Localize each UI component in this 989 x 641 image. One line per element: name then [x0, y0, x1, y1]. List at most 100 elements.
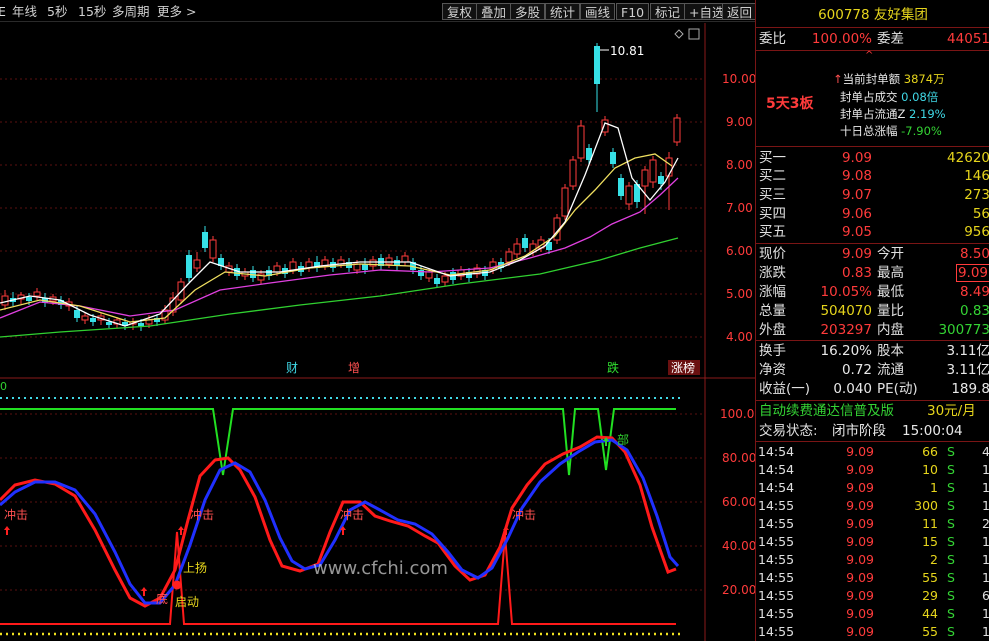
bid-row[interactable]: 买一 9.09 42620 [756, 149, 989, 168]
candle-body [658, 176, 664, 184]
divider [756, 400, 989, 401]
price-tick: 10.00 [722, 72, 755, 86]
candle-body [289, 261, 297, 271]
quote-row: 涨跌 0.83 最高 9.09 [759, 264, 989, 282]
tick-row: 14:55 9.09 300 S 1 [758, 498, 989, 513]
candle-body [641, 169, 649, 187]
signal-label: 冲击 [512, 507, 536, 522]
tick-row: 14:54 9.09 1 S 1 [758, 480, 989, 495]
stock-name: 友好集团 [873, 7, 928, 23]
tick-row: 14:54 9.09 66 S 4 [758, 444, 989, 459]
streak-badge: 5天3板 [766, 96, 814, 112]
signal-label: 启动 [175, 595, 199, 609]
stats-button[interactable]: 统计 [545, 3, 581, 20]
price-tick: 8.00 [726, 158, 753, 172]
f10-button[interactable]: F10 [616, 3, 650, 20]
tick-row: 14:55 9.09 44 S 1 [758, 606, 989, 621]
more-button[interactable]: 更多 > [157, 3, 196, 20]
multi-period-button[interactable]: 多周期 [112, 3, 150, 20]
candle-body [505, 251, 513, 263]
back-button[interactable]: 返回 [722, 3, 758, 20]
chart-toolbar: E 年线 5秒 15秒 多周期 更多 > 复权 叠加 多股 统计 画线 F10 … [0, 0, 758, 22]
weibi-row: 委比 100.00% 委差 44051 [759, 31, 989, 47]
stock-header: 600778 友好集团 [756, 6, 989, 25]
candle-body [441, 275, 449, 283]
bid-row[interactable]: 买五 9.05 956 [756, 223, 989, 242]
seal-row: 封单占成交 0.08倍 [840, 90, 939, 104]
candle-body [273, 265, 281, 273]
bid-row[interactable]: 买三 9.07 273 [756, 186, 989, 205]
tick-row: 14:54 9.09 10 S 1 [758, 462, 989, 477]
candle-body [561, 187, 569, 217]
signal-label: 底 [156, 591, 168, 606]
candle-body [1, 295, 9, 306]
candle-body [138, 323, 144, 326]
fund-row: 换手 16.20% 股本 3.11亿 [759, 343, 989, 359]
promo-row[interactable]: 自动续费通达信普及版 30元/月 [756, 402, 989, 421]
high-price-label: 10.81 [610, 44, 644, 58]
bid-row[interactable]: 买四 9.06 56 [756, 205, 989, 224]
indicator-tick: 80.00 [722, 451, 755, 465]
candle-body [26, 297, 32, 301]
price-tick: 6.00 [726, 244, 753, 258]
trade-state-row: 交易状态: 闭市阶段 15:00:04 [759, 423, 963, 439]
draw-button[interactable]: 画线 [580, 3, 616, 20]
tick-row: 14:55 9.09 11 S 2 [758, 516, 989, 531]
candle-body [81, 315, 89, 321]
kline-chart[interactable]: 10.00 9.00 8.00 7.00 6.00 5.00 4.00 100.… [0, 23, 755, 641]
seal-row: 十日总涨幅 -7.90% [840, 124, 942, 138]
event-marker[interactable]: 跌 [607, 360, 619, 375]
collapse-caret-icon[interactable]: ^ [865, 50, 873, 61]
candle-body [594, 46, 600, 84]
quote-row: 涨幅 10.05% 最低 8.49 [759, 284, 989, 300]
candle-body [569, 159, 577, 187]
candle-body [425, 271, 433, 279]
mark-button[interactable]: 标记 [650, 3, 686, 20]
candle-body [434, 278, 440, 284]
candle-body [625, 185, 633, 205]
toolbar-edge-fragment: E [0, 4, 6, 19]
tick-row: 14:55 9.09 29 S 6 [758, 588, 989, 603]
signal-dot-icon [172, 580, 182, 590]
signal-label: 部 [617, 432, 629, 447]
candle-body [186, 255, 192, 278]
candle-body [401, 255, 409, 263]
event-marker[interactable]: 涨榜 [671, 360, 695, 375]
candle-body [209, 239, 217, 259]
indicator-tick: 20.00 [722, 583, 755, 597]
fund-row: 收益(一) 0.040 PE(动) 189.8 [759, 381, 989, 397]
signal-label: 冲击 [4, 507, 28, 522]
tick-row: 14:55 9.09 2 S 1 [758, 552, 989, 567]
candle-body [385, 257, 393, 265]
quote-row: 现价 9.09 今开 8.50 [759, 246, 989, 262]
candle-body [418, 270, 424, 276]
signal-label: 冲击 [190, 507, 214, 522]
period-year-button[interactable]: 年线 [12, 3, 37, 20]
period-5s-button[interactable]: 5秒 [47, 3, 67, 20]
seal-row: ↑当前封单额 3874万 [833, 72, 945, 86]
fuquan-button[interactable]: 复权 [442, 3, 478, 20]
bid-row[interactable]: 买二 9.08 146 [756, 167, 989, 186]
price-tick: 9.00 [726, 115, 753, 129]
price-tick: 4.00 [726, 330, 753, 344]
candle-body [577, 125, 585, 159]
stock-code: 600778 [818, 7, 870, 23]
event-marker[interactable]: 增 [348, 361, 360, 375]
candle-body [193, 259, 201, 269]
tick-row: 14:55 9.09 15 S 1 [758, 534, 989, 549]
watermark: www.cfchi.com [313, 558, 448, 579]
signal-label: 上扬 [183, 560, 207, 575]
quote-panel: 600778 友好集团 委比 100.00% 委差 44051 ^ 5天3板 ↑… [755, 0, 989, 641]
multi-stock-button[interactable]: 多股 [510, 3, 546, 20]
candle-body [513, 243, 521, 255]
event-marker[interactable]: 财 [286, 361, 298, 375]
promo-text[interactable]: 自动续费通达信普及版 [759, 402, 894, 421]
overlay-button[interactable]: 叠加 [476, 3, 512, 20]
fund-row: 净资 0.72 流通 3.11亿 [759, 362, 989, 378]
signal-label: 冲击 [340, 507, 364, 522]
promo-price[interactable]: 30元/月 [927, 402, 976, 421]
tick-row: 14:55 9.09 55 S 1 [758, 624, 989, 639]
candle-body [649, 159, 657, 183]
price-tick: 5.00 [726, 287, 753, 301]
period-15s-button[interactable]: 15秒 [78, 3, 106, 20]
